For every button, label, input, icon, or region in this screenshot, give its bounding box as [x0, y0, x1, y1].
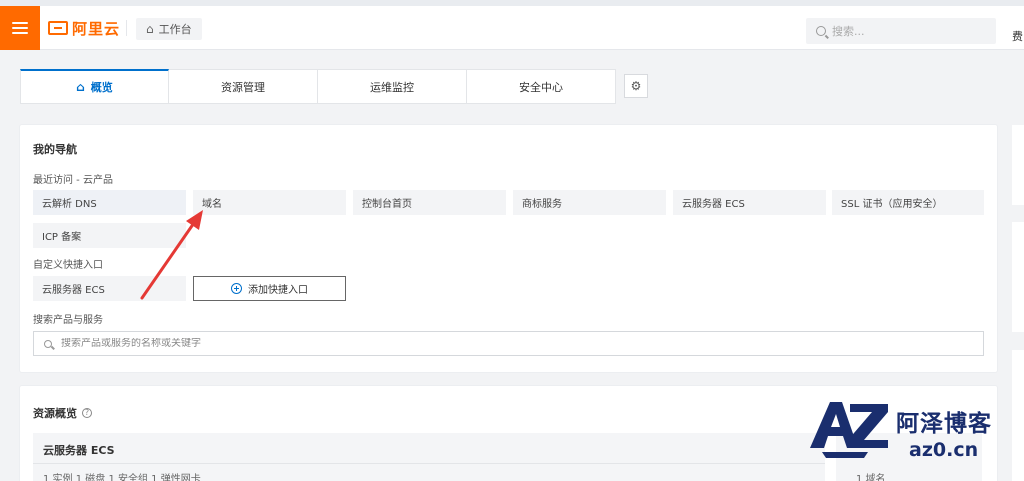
- nav-tile[interactable]: ICP 备案: [33, 223, 186, 248]
- watermark-url: az0.cn: [909, 439, 979, 461]
- global-search-input[interactable]: [832, 24, 982, 38]
- tab-ops-monitoring[interactable]: 运维监控: [318, 69, 467, 104]
- watermark-name: 阿泽博客: [896, 411, 992, 437]
- search-icon: [816, 26, 826, 36]
- nav-tile[interactable]: 控制台首页: [353, 190, 506, 215]
- domain-count: 1 域名: [856, 474, 886, 481]
- home-icon: ⌂: [76, 80, 85, 94]
- tab-settings-button[interactable]: ⚙: [624, 74, 648, 98]
- nav-tile[interactable]: 域名: [193, 190, 346, 215]
- product-search-input[interactable]: [61, 338, 661, 349]
- tab-security-center[interactable]: 安全中心: [467, 69, 616, 104]
- watermark: 阿泽博客 az0.cn: [806, 398, 1011, 468]
- right-side-card: [1012, 350, 1024, 481]
- nav-tile[interactable]: 云解析 DNS: [33, 190, 186, 215]
- resource-overview-title: 资源概览 ?: [33, 405, 92, 421]
- tab-label: 安全中心: [519, 80, 563, 94]
- ecs-resource-panel[interactable]: 云服务器 ECS 1 实例 1 磁盘 1 安全组 1 弹性网卡: [33, 433, 825, 481]
- tab-overview[interactable]: ⌂ 概览: [20, 69, 169, 104]
- global-search[interactable]: [806, 18, 996, 44]
- card-title: 我的导航: [33, 143, 77, 156]
- home-icon: ⌂: [146, 22, 154, 36]
- custom-shortcuts-label: 自定义快捷入口: [33, 260, 103, 271]
- tab-label: 概览: [90, 81, 113, 94]
- header-cut-text[interactable]: 费: [1012, 28, 1023, 44]
- az-logo-icon: [810, 402, 888, 458]
- card-title: 资源概览: [33, 407, 77, 420]
- header-divider: [126, 20, 127, 36]
- recent-visits-label: 最近访问 - 云产品: [33, 175, 113, 186]
- logo-text: 阿里云: [72, 19, 121, 38]
- nav-tile[interactable]: SSL 证书（应用安全）: [832, 190, 984, 215]
- workbench-label: 工作台: [158, 23, 192, 36]
- gear-icon: ⚙: [630, 79, 642, 93]
- aliyun-logo[interactable]: 阿里云: [48, 18, 120, 38]
- search-icon: [44, 339, 52, 348]
- tab-label: 运维监控: [370, 80, 414, 94]
- overview-tabs: ⌂ 概览 资源管理 运维监控 安全中心 ⚙: [20, 69, 648, 104]
- top-header: 阿里云 ⌂ 工作台 费: [0, 6, 1024, 50]
- tab-label: 资源管理: [221, 80, 265, 94]
- nav-tile[interactable]: 云服务器 ECS: [673, 190, 826, 215]
- ecs-summary: 1 实例 1 磁盘 1 安全组 1 弹性网卡: [43, 474, 201, 481]
- plus-circle-icon: [231, 283, 242, 294]
- tab-resource-management[interactable]: 资源管理: [169, 69, 318, 104]
- divider: [33, 463, 825, 464]
- right-side-card: [1012, 222, 1024, 332]
- right-side-card: [1012, 125, 1024, 205]
- menu-button[interactable]: [0, 6, 40, 50]
- my-navigation-card: 我的导航 最近访问 - 云产品 云解析 DNS 域名 控制台首页 商标服务 云服…: [20, 125, 997, 372]
- ecs-title: 云服务器 ECS: [43, 444, 115, 457]
- add-shortcut-button[interactable]: 添加快捷入口: [193, 276, 346, 301]
- aliyun-logo-icon: [48, 21, 68, 35]
- workbench-button[interactable]: ⌂ 工作台: [136, 18, 202, 40]
- custom-shortcut-tile[interactable]: 云服务器 ECS: [33, 276, 186, 301]
- hamburger-icon: [12, 22, 28, 34]
- product-search[interactable]: [33, 331, 984, 356]
- help-icon[interactable]: ?: [82, 408, 92, 418]
- add-shortcut-label: 添加快捷入口: [248, 285, 308, 296]
- nav-tile[interactable]: 商标服务: [513, 190, 666, 215]
- search-products-label: 搜索产品与服务: [33, 315, 103, 326]
